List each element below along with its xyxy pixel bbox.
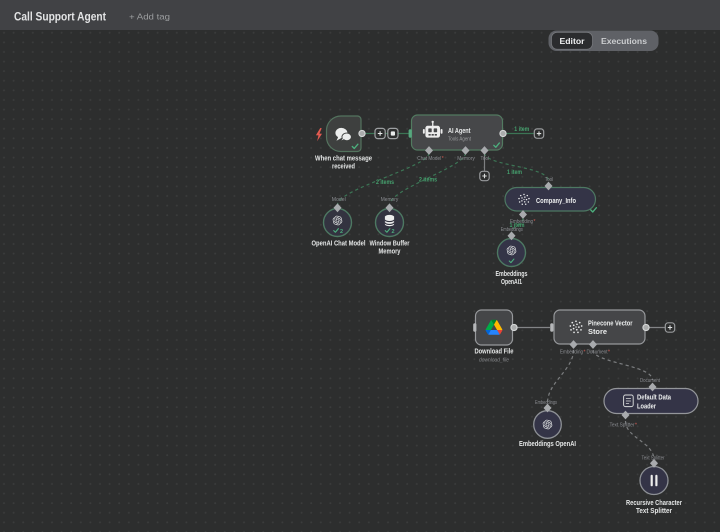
svg-text:Embeddings OpenAI: Embeddings OpenAI	[519, 441, 576, 448]
svg-text:Recursive Character: Recursive Character	[626, 500, 682, 507]
svg-text:Store: Store	[588, 329, 607, 336]
svg-text:Model: Model	[332, 197, 346, 203]
svg-text:Default Data: Default Data	[637, 395, 671, 402]
svg-text:Window Buffer: Window Buffer	[370, 241, 410, 248]
svg-text:1 item: 1 item	[514, 127, 529, 133]
svg-text:received: received	[332, 164, 355, 171]
svg-text:Embeddings: Embeddings	[501, 227, 523, 233]
svg-text:Memory: Memory	[457, 156, 475, 162]
svg-text:2 items: 2 items	[376, 180, 395, 186]
svg-text:When chat message: When chat message	[315, 156, 372, 163]
svg-text:AI Agent: AI Agent	[448, 126, 471, 135]
svg-text:Executions: Executions	[601, 36, 647, 46]
svg-text:Download File: Download File	[475, 349, 514, 356]
svg-text:Embedding: Embedding	[560, 350, 583, 356]
svg-text:Text Splitter: Text Splitter	[636, 508, 672, 515]
svg-text:Company_Info: Company_Info	[536, 198, 576, 205]
svg-text:2 items: 2 items	[419, 178, 438, 184]
svg-text:+ Add tag: + Add tag	[129, 12, 170, 22]
svg-text:2: 2	[392, 229, 395, 235]
svg-text:Tools Agent: Tools Agent	[448, 137, 471, 143]
svg-text:Document: Document	[640, 378, 660, 384]
svg-text:Tool: Tool	[545, 177, 554, 183]
svg-text:OpenAI Chat Model: OpenAI Chat Model	[312, 241, 366, 248]
svg-text:Chat Model: Chat Model	[417, 156, 441, 162]
svg-text:Editor: Editor	[560, 36, 586, 46]
svg-text:Pinecone Vector: Pinecone Vector	[588, 321, 633, 328]
svg-text:Text Splitter: Text Splitter	[610, 423, 635, 429]
svg-text:Memory: Memory	[381, 197, 399, 203]
svg-text:Loader: Loader	[637, 404, 656, 411]
svg-text:Embedding: Embedding	[510, 219, 533, 225]
svg-text:Embeddings: Embeddings	[496, 271, 528, 278]
svg-text:Call Support Agent: Call Support Agent	[14, 12, 106, 24]
svg-text:Text Splitter: Text Splitter	[642, 456, 665, 462]
svg-text:Memory: Memory	[379, 249, 401, 256]
svg-text:1 item: 1 item	[507, 170, 522, 176]
svg-text:Document: Document	[587, 350, 608, 356]
svg-text:download_file: download_file	[479, 358, 510, 364]
svg-text:2: 2	[340, 229, 343, 235]
svg-text:Embeddings: Embeddings	[535, 400, 557, 406]
svg-text:OpenAI1: OpenAI1	[501, 279, 522, 286]
svg-text:Tool: Tool	[481, 156, 490, 162]
